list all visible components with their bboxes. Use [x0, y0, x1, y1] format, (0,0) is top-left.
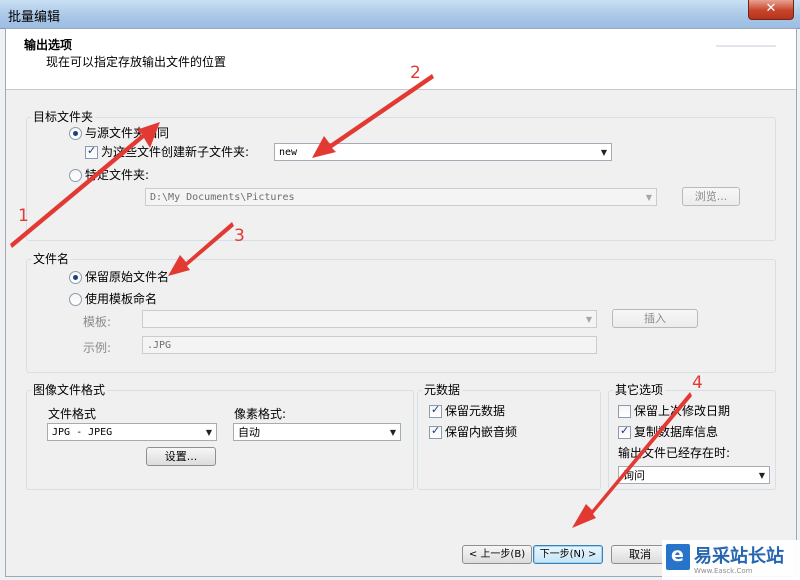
- keep-original-radio[interactable]: [69, 271, 82, 284]
- use-template-radio[interactable]: [69, 293, 82, 306]
- pixel-format-value: 自动: [238, 426, 260, 439]
- metadata-title: 元数据: [422, 381, 463, 398]
- chevron-down-icon: ▼: [758, 471, 765, 480]
- annotation-number-2: 2: [410, 63, 421, 83]
- output-exists-combo[interactable]: 询问 ▼: [618, 466, 770, 484]
- specific-folder-label: 特定文件夹:: [85, 168, 150, 182]
- file-format-combo[interactable]: JPG - JPEG ▼: [47, 423, 217, 441]
- other-options-group: 其它选项 保留上次修改日期 复制数据库信息 输出文件已经存在时: 询问 ▼: [608, 381, 776, 490]
- same-as-source-radio[interactable]: [69, 127, 82, 140]
- copy-db-info-checkbox[interactable]: [618, 424, 631, 439]
- pixel-format-combo[interactable]: 自动 ▼: [233, 423, 401, 441]
- annotation-number-3: 3: [234, 226, 245, 246]
- file-name-group: 文件名 保留原始文件名 使用模板命名 模板: ▼ 插入 示例: .JPG: [26, 250, 776, 373]
- keep-embedded-audio-label: 保留内嵌音频: [445, 425, 518, 439]
- next-button[interactable]: 下一步(N) >: [533, 545, 603, 564]
- page-title: 输出选项: [24, 38, 73, 52]
- create-subfolder-label: 为这些文件创建新子文件夹:: [101, 145, 250, 159]
- wizard-header: 输出选项 现在可以指定存放输出文件的位置: [6, 29, 796, 90]
- back-button[interactable]: < 上一步(B): [462, 545, 532, 564]
- annotation-number-1: 1: [18, 206, 29, 226]
- title-bar: 批量编辑 ✕: [0, 0, 800, 29]
- watermark-url: Www.Easck.Com: [694, 567, 753, 575]
- other-options-title: 其它选项: [613, 381, 666, 398]
- dialog-body: 输出选项 现在可以指定存放输出文件的位置 目标文件夹 与源文件夹相同 为这些文件…: [5, 28, 797, 577]
- site-logo-icon: [666, 544, 690, 570]
- watermark-text: 易采站长站: [694, 546, 784, 567]
- settings-button[interactable]: 设置...: [146, 447, 216, 466]
- metadata-group: 元数据 保留元数据 保留内嵌音频: [417, 381, 601, 490]
- window-title: 批量编辑: [8, 10, 61, 25]
- keep-original-label: 保留原始文件名: [85, 270, 170, 284]
- subfolder-name-combo[interactable]: new ▼: [274, 143, 612, 161]
- file-name-title: 文件名: [31, 250, 72, 267]
- chevron-down-icon: ▼: [389, 428, 396, 437]
- annotation-number-4: 4: [692, 373, 703, 393]
- target-folder-title: 目标文件夹: [31, 108, 96, 125]
- keep-metadata-label: 保留元数据: [445, 404, 506, 418]
- file-format-value: JPG - JPEG: [52, 427, 113, 438]
- example-label: 示例:: [83, 341, 112, 355]
- chevron-down-icon: ▼: [600, 148, 607, 157]
- keep-metadata-checkbox[interactable]: [429, 403, 442, 418]
- image-format-title: 图像文件格式: [31, 381, 108, 398]
- watermark: 易采站长站 Www.Easck.Com: [662, 540, 800, 580]
- output-exists-value: 询问: [623, 469, 645, 482]
- insert-button[interactable]: 插入: [612, 309, 698, 328]
- specific-folder-value: D:\My Documents\Pictures: [150, 192, 295, 203]
- keep-embedded-audio-checkbox[interactable]: [429, 424, 442, 439]
- keep-last-modified-label: 保留上次修改日期: [634, 404, 731, 418]
- example-field: .JPG: [142, 336, 597, 354]
- header-divider: [716, 45, 776, 47]
- file-format-label: 文件格式: [48, 407, 97, 421]
- template-label: 模板:: [83, 315, 112, 329]
- copy-db-info-label: 复制数据库信息: [634, 425, 719, 439]
- create-subfolder-checkbox[interactable]: [85, 144, 98, 159]
- insert-label: 插入: [644, 312, 666, 325]
- target-folder-group: 目标文件夹 与源文件夹相同 为这些文件创建新子文件夹: new ▼ 特定文件夹:…: [26, 108, 776, 241]
- chevron-down-icon: ▼: [645, 193, 652, 202]
- use-template-label: 使用模板命名: [85, 292, 158, 306]
- chevron-down-icon: ▼: [585, 315, 592, 324]
- same-as-source-label: 与源文件夹相同: [85, 126, 170, 140]
- chevron-down-icon: ▼: [205, 428, 212, 437]
- specific-folder-combo[interactable]: D:\My Documents\Pictures ▼: [145, 188, 657, 206]
- close-button[interactable]: ✕: [748, 0, 794, 20]
- specific-folder-radio[interactable]: [69, 169, 82, 182]
- close-icon: ✕: [765, 1, 777, 16]
- pixel-format-label: 像素格式:: [234, 407, 287, 421]
- page-subtitle: 现在可以指定存放输出文件的位置: [46, 55, 227, 69]
- keep-last-modified-checkbox[interactable]: [618, 405, 631, 418]
- template-combo[interactable]: ▼: [142, 310, 597, 328]
- browse-button[interactable]: 浏览...: [682, 187, 740, 206]
- cancel-button[interactable]: 取消: [611, 545, 669, 564]
- image-format-group: 图像文件格式 文件格式 JPG - JPEG ▼ 像素格式: 自动 ▼ 设置..…: [26, 381, 414, 490]
- subfolder-name-value: new: [279, 147, 298, 158]
- output-exists-label: 输出文件已经存在时:: [618, 446, 731, 460]
